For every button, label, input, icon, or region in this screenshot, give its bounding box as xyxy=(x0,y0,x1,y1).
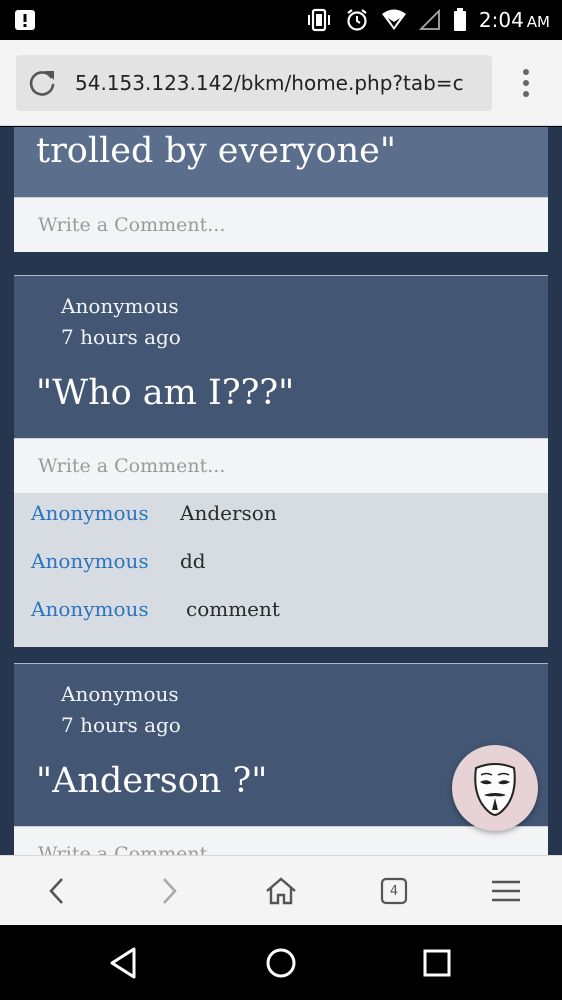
signal-icon xyxy=(418,9,440,30)
comment-input[interactable]: Write a Comment... xyxy=(14,438,548,493)
browser-address-bar: 54.153.123.142/bkm/home.php?tab=c xyxy=(0,40,562,126)
status-clock: 2:04 AM xyxy=(478,8,550,32)
post-card: trolled by everyone" Write a Comment... xyxy=(14,127,548,252)
nav-back-icon[interactable] xyxy=(106,945,142,981)
reply-text: dd xyxy=(180,549,206,573)
nav-home-icon[interactable] xyxy=(263,945,299,981)
reply-author[interactable]: Anonymous xyxy=(31,501,149,525)
nav-recents-icon[interactable] xyxy=(419,945,455,981)
comment-input[interactable]: Write a Comment... xyxy=(14,826,548,855)
tab-count: 4 xyxy=(389,883,399,899)
post-author: Anonymous xyxy=(61,682,179,706)
status-bar: 2:04 AM xyxy=(0,0,562,40)
reply-text: comment xyxy=(186,597,280,621)
post-quote: "Anderson ?" xyxy=(36,761,268,801)
home-icon xyxy=(266,877,296,905)
reply-item: Anonymous comment xyxy=(14,589,548,637)
back-icon xyxy=(49,878,63,904)
comment-placeholder: Write a Comment... xyxy=(38,455,226,477)
feed: trolled by everyone" Write a Comment... … xyxy=(0,127,562,855)
home-button[interactable] xyxy=(264,874,298,908)
vibrate-icon xyxy=(307,8,330,32)
tabs-button[interactable]: 4 xyxy=(377,874,411,908)
mask-fab-button[interactable] xyxy=(452,745,538,831)
url-field[interactable]: 54.153.123.142/bkm/home.php?tab=c xyxy=(16,55,492,111)
comment-placeholder: Write a Comment... xyxy=(38,214,226,236)
reply-author[interactable]: Anonymous xyxy=(31,597,149,621)
comment-placeholder: Write a Comment... xyxy=(38,843,226,855)
browser-toolbar: 4 xyxy=(0,855,562,925)
post-card: Anonymous 7 hours ago "Who am I???" Writ… xyxy=(14,276,548,647)
post-quote: trolled by everyone" xyxy=(36,131,396,171)
post-time: 7 hours ago xyxy=(61,325,181,349)
more-vert-icon[interactable] xyxy=(514,67,538,99)
forward-button[interactable] xyxy=(152,874,186,908)
reply-item: Anonymous Anderson xyxy=(14,493,548,541)
post-header: Anonymous 7 hours ago "Who am I???" xyxy=(14,276,548,438)
browser-menu-button[interactable] xyxy=(489,874,523,908)
reload-icon[interactable] xyxy=(26,67,58,99)
battery-icon xyxy=(453,8,466,31)
notification-icon xyxy=(15,10,35,30)
post-header: trolled by everyone" xyxy=(14,127,548,197)
forward-icon xyxy=(163,878,177,904)
reply-text: Anderson xyxy=(180,501,277,525)
android-nav-bar xyxy=(0,925,562,1000)
url-text[interactable]: 54.153.123.142/bkm/home.php?tab=c xyxy=(75,71,485,95)
wifi-icon xyxy=(381,9,406,30)
alarm-icon xyxy=(347,9,367,31)
reply-item: Anonymous dd xyxy=(14,541,548,589)
menu-icon xyxy=(492,880,520,902)
post-quote: "Who am I???" xyxy=(36,373,295,413)
reply-list: Anonymous Anderson Anonymous dd Anonymou… xyxy=(14,493,548,647)
back-button[interactable] xyxy=(40,874,74,908)
post-time: 7 hours ago xyxy=(61,713,181,737)
reply-author[interactable]: Anonymous xyxy=(31,549,149,573)
mask-icon xyxy=(474,763,516,816)
comment-input[interactable]: Write a Comment... xyxy=(14,197,548,252)
post-author: Anonymous xyxy=(61,294,179,318)
